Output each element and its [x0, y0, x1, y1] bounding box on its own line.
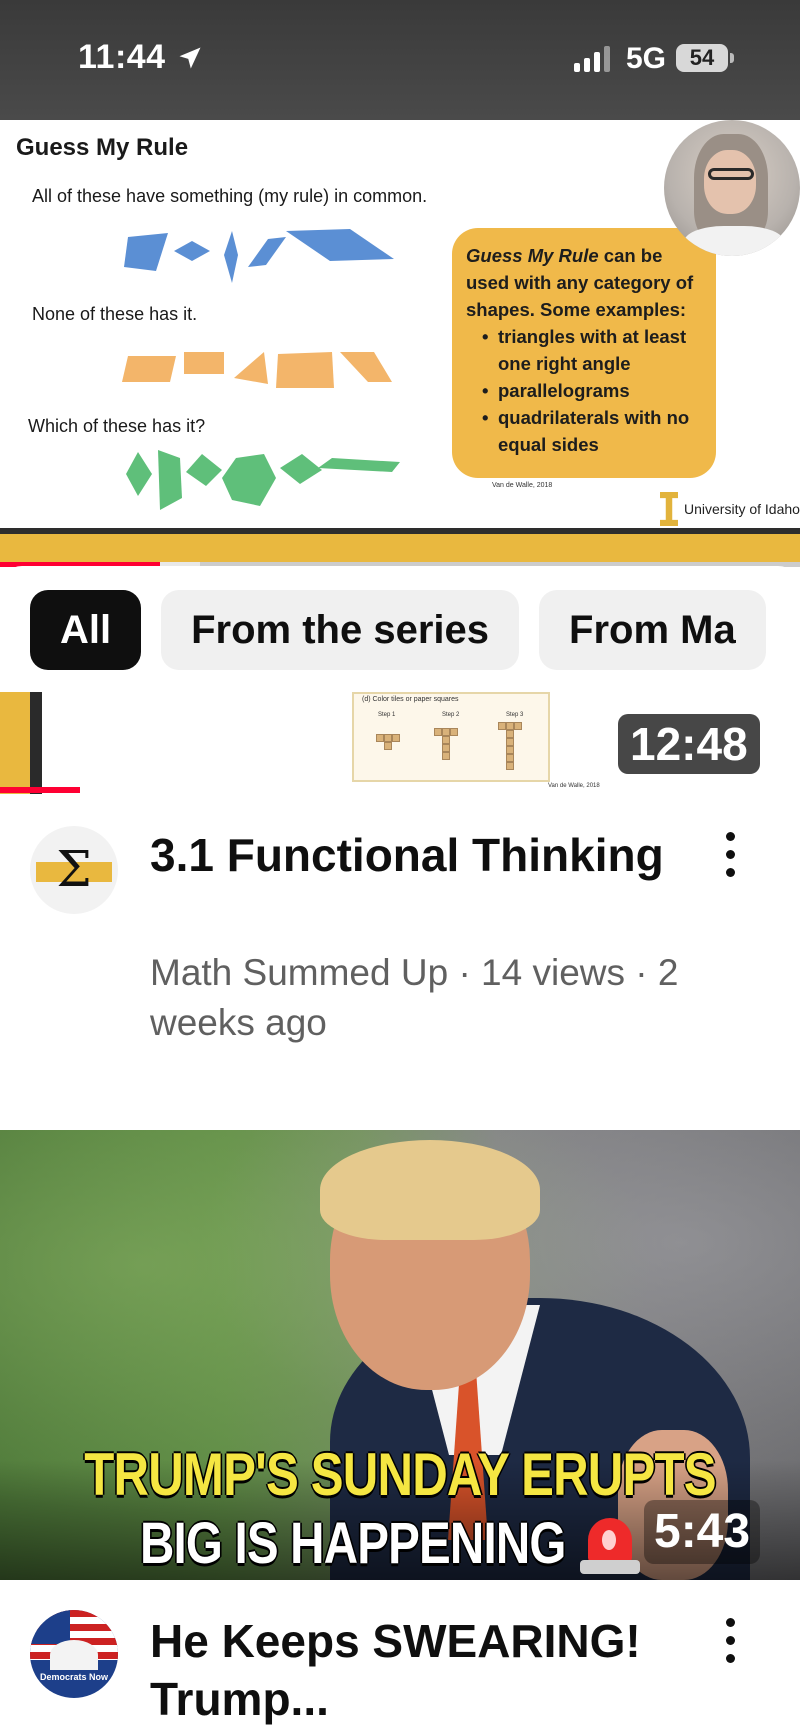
video-player[interactable]: Guess My Rule All of these have somethin…	[0, 120, 800, 565]
more-options-icon[interactable]	[710, 824, 750, 884]
status-time-group: 11:44	[78, 38, 204, 77]
orange-shape	[184, 352, 224, 374]
slide-callout: Guess My Rule can be used with any categ…	[452, 228, 716, 478]
thumbnail-citation: Van de Walle, 2018	[548, 783, 600, 789]
thumbnail-headline: TRUMP'S SUNDAY ERUPTS	[84, 1441, 716, 1508]
slide-title: Guess My Rule	[16, 134, 189, 161]
green-shape	[126, 452, 152, 496]
video-title[interactable]: He Keeps SWEARING! Trump...	[150, 1612, 710, 1728]
slide-line-have: All of these have something (my rule) in…	[32, 186, 428, 206]
green-shape	[280, 454, 322, 484]
university-logo: University of Idaho	[660, 492, 800, 526]
green-shape	[158, 450, 182, 510]
callout-list: triangles with at least one right angle …	[466, 323, 702, 458]
orange-shape	[340, 352, 392, 382]
chip-from-the-series[interactable]: From the series	[161, 590, 520, 670]
channel-avatar[interactable]: Σ	[30, 826, 118, 914]
signal-icon	[574, 46, 610, 72]
thumbnail-step: Step 2	[442, 712, 460, 718]
callout-item: quadrilaterals with no equal sides	[482, 404, 702, 458]
green-shape	[318, 458, 400, 472]
shapes-have-row	[124, 229, 394, 283]
network-label: 5G	[626, 42, 667, 75]
blue-shape	[124, 233, 168, 271]
university-logo-text: University of Idaho	[684, 501, 800, 517]
thumbnail-headline: BIG IS HAPPENING	[140, 1511, 566, 1576]
channel-avatar-label: Democrats Now	[39, 1672, 109, 1682]
green-shape	[222, 454, 276, 506]
shapes-which-row	[126, 450, 400, 510]
location-arrow-icon	[179, 47, 201, 68]
police-siren-icon	[580, 1514, 640, 1578]
thumbnail-caption: (d) Color tiles or paper squares	[362, 696, 459, 703]
orange-shape	[122, 356, 176, 382]
chip-from-channel[interactable]: From Ma	[539, 590, 766, 670]
thumbnail-slide: (d) Color tiles or paper squares Step 1 …	[352, 692, 550, 782]
status-time: 11:44	[78, 38, 166, 76]
blue-shape	[286, 229, 394, 261]
green-shape	[186, 454, 222, 486]
duration-badge: 5:43	[644, 1500, 761, 1564]
chip-all[interactable]: All	[30, 590, 142, 670]
callout-item: triangles with at least one right angle	[482, 323, 702, 377]
sigma-icon: Σ	[56, 840, 92, 898]
slide-line-none: None of these has it.	[32, 304, 198, 324]
video-meta: Math Summed Up · 14 views · 2 weeks ago	[150, 952, 679, 1043]
status-bar: 11:44 5G 54	[0, 0, 800, 120]
blue-shape	[224, 231, 238, 283]
callout-emphasis: Guess My Rule	[466, 245, 599, 266]
slide-gold-bar	[0, 528, 800, 566]
slide-line-which: Which of these has it?	[28, 416, 206, 436]
watched-progress-bar	[0, 787, 80, 793]
filter-chips: All From the series From Ma	[30, 590, 766, 670]
orange-shape	[234, 352, 268, 384]
idaho-logo-icon	[660, 492, 678, 526]
blue-shape	[248, 237, 286, 267]
thumbnail-step: Step 1	[378, 712, 396, 718]
battery-icon: 54	[676, 44, 734, 72]
callout-item: parallelograms	[482, 377, 702, 404]
channel-avatar[interactable]: Democrats Now	[30, 1610, 118, 1698]
duration-badge: 12:48	[618, 714, 760, 774]
presenter-webcam	[664, 120, 800, 256]
thumbnail-step: Step 3	[506, 712, 524, 718]
shapes-none-row	[122, 352, 392, 388]
more-options-icon[interactable]	[710, 1610, 750, 1670]
video-title[interactable]: 3.1 Functional Thinking	[150, 826, 710, 884]
orange-shape	[276, 352, 334, 388]
slide-citation: Van de Walle, 2018	[492, 482, 553, 489]
blue-shape	[174, 241, 210, 261]
